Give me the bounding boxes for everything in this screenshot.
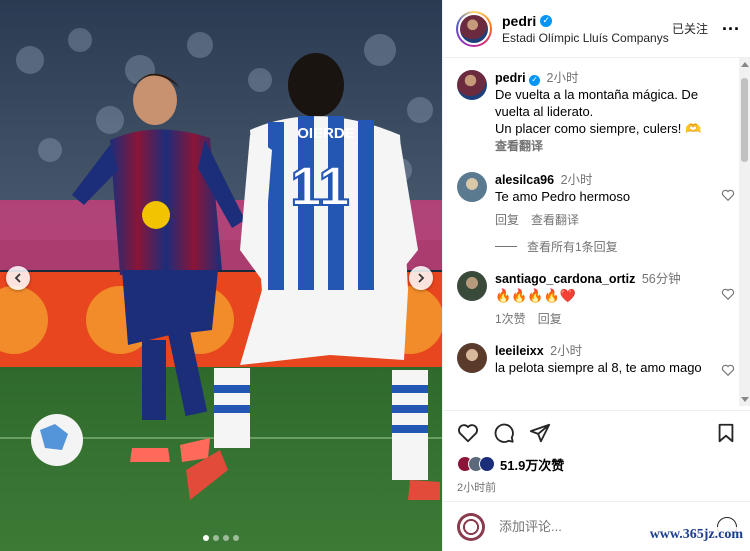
comment-text: Te amo Pedro hermoso	[495, 189, 631, 204]
comment: alesilca96 2小时 Te amo Pedro hermoso 回复 查…	[457, 172, 739, 228]
caption-time: 2小时	[546, 71, 579, 85]
verified-badge-icon: ✓	[529, 74, 541, 86]
post-header: pedri ✓ Estadi Olímpic Lluís Companys 已关…	[443, 0, 750, 58]
share-send-icon[interactable]	[529, 422, 551, 444]
caption-username[interactable]: pedri	[495, 71, 526, 85]
bookmark-icon[interactable]	[715, 422, 737, 444]
post-location[interactable]: Estadi Olímpic Lluís Companys	[502, 31, 672, 45]
comment-text: la pelota siempre al 8, te amo mago	[495, 360, 702, 375]
carousel-next-button[interactable]	[409, 266, 433, 290]
comments-list[interactable]: pedri ✓ 2小时 De vuelta a la montaña mágic…	[443, 58, 739, 406]
like-comment-heart-icon[interactable]	[721, 287, 735, 301]
reply-button[interactable]: 回复	[538, 310, 562, 327]
scrollbar-thumb[interactable]	[741, 78, 748, 162]
carousel-dot	[203, 535, 209, 541]
following-button[interactable]: 已关注	[672, 20, 708, 37]
comment-username[interactable]: leeileixx	[495, 344, 544, 358]
post-media[interactable]: 11 OIERDE	[0, 0, 442, 551]
like-comment-heart-icon[interactable]	[721, 188, 735, 202]
chevron-right-icon	[418, 273, 425, 283]
scroll-up-icon[interactable]	[741, 62, 749, 67]
like-comment-heart-icon[interactable]	[721, 363, 735, 377]
player-number: 11	[290, 154, 349, 217]
avatar[interactable]	[457, 172, 487, 202]
player-name: OIERDE	[297, 125, 355, 142]
watermark: www.365jz.com	[647, 527, 745, 543]
carousel-prev-button[interactable]	[6, 266, 30, 290]
post-photo: 11 OIERDE	[0, 0, 442, 551]
likes-count[interactable]: 51.9万次赞	[500, 455, 564, 474]
scroll-down-icon[interactable]	[741, 397, 749, 402]
reply-button[interactable]: 回复	[495, 211, 519, 228]
caption-text-line: Un placer como siempre, culers! 🫶	[495, 121, 702, 136]
caption: pedri ✓ 2小时 De vuelta a la montaña mágic…	[457, 70, 739, 154]
carousel-dot	[223, 535, 229, 541]
comment-time: 2小时	[550, 344, 583, 358]
avatar[interactable]	[457, 343, 487, 373]
comment-username[interactable]: santiago_cardona_ortiz	[495, 272, 635, 286]
comment-likes-count[interactable]: 1次赞	[495, 310, 526, 327]
translate-link[interactable]: 查看翻译	[531, 211, 579, 228]
translate-link[interactable]: 查看翻译	[495, 137, 543, 154]
likes-row[interactable]: 51.9万次赞	[457, 455, 737, 473]
comment-username[interactable]: alesilca96	[495, 173, 554, 187]
more-options-icon[interactable]: ...	[722, 14, 740, 35]
comment-time: 2小时	[560, 173, 593, 187]
current-user-avatar	[457, 512, 485, 541]
author-avatar[interactable]	[456, 10, 492, 47]
comment-text: 🔥🔥🔥🔥❤️	[495, 288, 576, 303]
comment-composer: www.365jz.com	[443, 501, 750, 551]
comment-input[interactable]	[499, 519, 649, 534]
chevron-left-icon	[14, 273, 21, 283]
post-timestamp[interactable]: 2小时前	[457, 479, 737, 495]
liker-avatar	[479, 456, 495, 472]
avatar[interactable]	[457, 271, 487, 301]
like-heart-icon[interactable]	[457, 422, 479, 444]
post-panel: pedri ✓ Estadi Olímpic Lluís Companys 已关…	[442, 0, 750, 551]
comment: santiago_cardona_ortiz 56分钟 🔥🔥🔥🔥❤️ 1次赞 回…	[457, 271, 739, 327]
caption-text-line: De vuelta a la montaña mágica. De vuelta…	[495, 87, 699, 119]
comment: leeileixx 2小时 la pelota siempre al 8, te…	[457, 343, 739, 377]
comment-time: 56分钟	[641, 272, 681, 286]
view-replies-link[interactable]: 查看所有1条回复	[495, 238, 739, 255]
post-actions: 51.9万次赞 2小时前	[443, 410, 750, 495]
comment-icon[interactable]	[493, 422, 515, 444]
carousel-dot	[213, 535, 219, 541]
verified-badge-icon: ✓	[540, 14, 553, 27]
avatar[interactable]	[457, 70, 487, 100]
carousel-dots	[0, 535, 442, 541]
author-username[interactable]: pedri	[502, 13, 536, 29]
carousel-dot	[233, 535, 239, 541]
comments-scrollbar[interactable]	[739, 58, 750, 406]
